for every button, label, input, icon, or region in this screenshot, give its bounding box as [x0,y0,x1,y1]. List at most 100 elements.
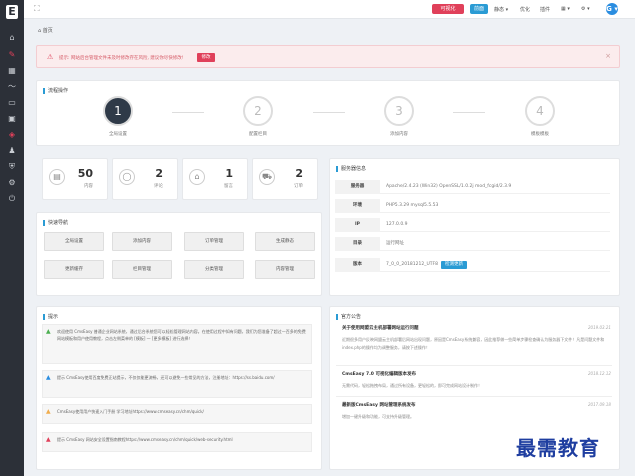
step-connector [172,112,204,113]
tip-text: 提示 CmsEasy使用百度免费正站提示，不仅仅能更流畅，还可以避免一些常见的方… [57,375,275,380]
stat-orders[interactable]: ⛟ 2 订单 [252,158,318,200]
announcement-body: 增加一键升级和功能，可支持升级管理。 [342,414,414,419]
stat-number: 2 [295,167,303,180]
user-icon[interactable]: ♟ [7,146,17,156]
warning-icon: ⚠ [47,53,54,61]
visual-edit-button[interactable]: 可视化 [432,4,464,14]
alert-text: 提示: 网站后台管理文件未及时修改存在风险, 建议你尽快修改! [59,56,184,61]
user-avatar[interactable]: G ▾ [606,3,618,15]
dir-value: 运行网址 [380,237,610,251]
stat-label: 订单 [294,184,303,189]
ip-key: IP [335,218,380,232]
shield-icon[interactable]: ⛨ [7,162,17,172]
step-connector [453,112,485,113]
version-value: 7_0_0_20181212_UTF8 检测更新 [380,258,610,272]
menu-static[interactable]: 静态 ▾ [494,6,508,13]
frontend-button[interactable]: 前面 [470,4,488,14]
step-2[interactable]: 2 [243,96,273,126]
grid-icon[interactable]: ▦ [7,66,17,76]
stat-messages[interactable]: ⌂ 1 留言 [182,158,248,200]
quick-nav-panel: 快速导航 [36,212,322,296]
quick-btn-categories[interactable]: 栏目管理 [112,260,172,279]
stat-label: 留言 [224,184,233,189]
version-key: 版本 [335,258,380,272]
ip-value: 127.0.0.9 [380,218,610,232]
tip-item: ▲ 提示 CmsEasy使用百度免费正站提示，不仅仅能更流畅，还可以避免一些常见的… [42,370,312,398]
screen-icon[interactable]: ▣ [7,114,17,124]
step-3-label: 添加内容 [390,132,408,137]
step-2-label: 配置栏目 [249,132,267,137]
announcement-body: 近期很多用户反映网盟云主机部署后网站出现问题，原因是CmsEasy系统兼容，因此… [342,337,605,350]
tip-item: ▲ 欢迎使用 CmsEasy 普通企业网站系统，通过后台系统您可以轻松管理网站内容… [42,324,312,364]
step-1[interactable]: 1 [103,96,133,126]
edit-icon[interactable]: ✎ [7,50,17,60]
quick-btn-orders[interactable]: 订单管理 [184,232,244,251]
version-number: 7_0_0_20181212_UTF8 [386,262,438,267]
warning-icon: ▲ [46,408,51,415]
sidebar: E ⌂ ✎ ▦ 〜 ▭ ▣ ◈ ♟ ⛨ ⚙ ⏻ [0,0,24,476]
home-icon[interactable]: ⌂ [7,33,17,43]
step-4[interactable]: 4 [525,96,555,126]
stat-comments[interactable]: ◯ 2 评论 [112,158,178,200]
security-alert: ⚠ 提示: 网站后台管理文件未及时修改存在风险, 建议你尽快修改! 修改 × [36,45,620,68]
quick-btn-generate-static[interactable]: 生成静态 [255,232,315,251]
divider [336,365,612,366]
tip-text: CmsEasy使用用户快速入门手册 学习地址https://www.cmseas… [57,409,204,414]
chart-icon[interactable]: 〜 [7,82,17,92]
step-4-label: 模板模板 [531,132,549,137]
quick-btn-add-content[interactable]: 添加内容 [112,232,172,251]
quick-btn-classification[interactable]: 分类管理 [184,260,244,279]
menu-plugins[interactable]: 插件 [540,6,550,13]
server-key: 服务器 [335,180,380,194]
announcement-date: 2017.09.18 [588,402,611,407]
stat-label: 评论 [154,184,163,189]
tips-title: 提示 [43,314,58,320]
announcement-link[interactable]: 关于使用网盟云主机部署网站运行问题 [342,325,419,331]
breadcrumb[interactable]: ⌂ 首页 [38,27,53,34]
step-1-label: 全局设置 [109,132,127,137]
stat-number: 50 [77,167,93,180]
quick-btn-update-cache[interactable]: 更新缓存 [44,260,104,279]
dir-key: 目录 [335,237,380,251]
fullscreen-icon[interactable]: ⛶ [34,4,40,14]
announcement-title: 官方公告 [336,314,361,320]
check-update-button[interactable]: 检测更新 [441,261,467,269]
tag-icon[interactable]: ◈ [7,130,17,140]
tip-text: 提示 CmsEasy 网站安全设置指南教程https://www.cmseasy… [57,437,233,442]
stat-content[interactable]: ▤ 50 内容 [42,158,108,200]
announcement-link[interactable]: 最新版CmsEasy 网站管理系统发布 [342,402,415,408]
comment-icon: ◯ [119,169,135,185]
server-value: Apache/2.4.23 (Win32) OpenSSL/1.0.2j mod… [380,180,610,194]
server-info-title: 服务器信息 [336,166,366,172]
divider [336,396,612,397]
announcement-body: 无需代码，轻松拖拽布局，通过所有设备，更轻松的，即可完成网站设计制作！ [342,383,482,388]
monitor-icon[interactable]: ▭ [7,98,17,108]
tip-text: 欢迎使用 CmsEasy 普通企业网站系统，通过后台系统您可以轻松管理网站内容。… [57,329,306,341]
env-key: 环境 [335,199,380,213]
announcement-date: 2018.12.12 [588,371,611,376]
quick-nav-title: 快速导航 [43,220,68,226]
menu-optimize[interactable]: 优化 [520,6,530,13]
menu-grid[interactable]: ▦ ▾ [561,6,570,12]
alert-modify-button[interactable]: 修改 [197,53,215,62]
step-3[interactable]: 3 [384,96,414,126]
tip-item: ▲ CmsEasy使用用户快速入门手册 学习地址https://www.cmsea… [42,404,312,424]
cart-icon: ⛟ [259,169,275,185]
menu-settings[interactable]: ⚙ ▾ [581,6,590,12]
quick-btn-content-manage[interactable]: 内容管理 [255,260,315,279]
watermark: 最需教育 [516,436,600,460]
env-value: PHP5.3.29 mysql5.5.53 [380,199,610,213]
info-icon: ▲ [46,374,51,381]
top-bar: ⛶ 可视化 前面 静态 ▾ 优化 插件 ▦ ▾ ⚙ ▾ G ▾ [24,0,635,19]
alert-icon: ▲ [46,436,51,443]
close-icon[interactable]: × [605,52,611,60]
document-icon: ▤ [49,169,65,185]
quick-btn-global-settings[interactable]: 全局设置 [44,232,104,251]
gear-icon[interactable]: ⚙ [7,178,17,188]
tip-item: ▲ 提示 CmsEasy 网站安全设置指南教程https://www.cmseas… [42,432,312,452]
flow-title: 流程操作 [43,88,68,94]
announcement-link[interactable]: CmsEasy 7.0 可视化编辑版本发布 [342,371,416,377]
breadcrumb-home[interactable]: 首页 [43,28,53,34]
power-icon[interactable]: ⏻ [7,194,17,204]
app-logo[interactable]: E [6,5,18,19]
